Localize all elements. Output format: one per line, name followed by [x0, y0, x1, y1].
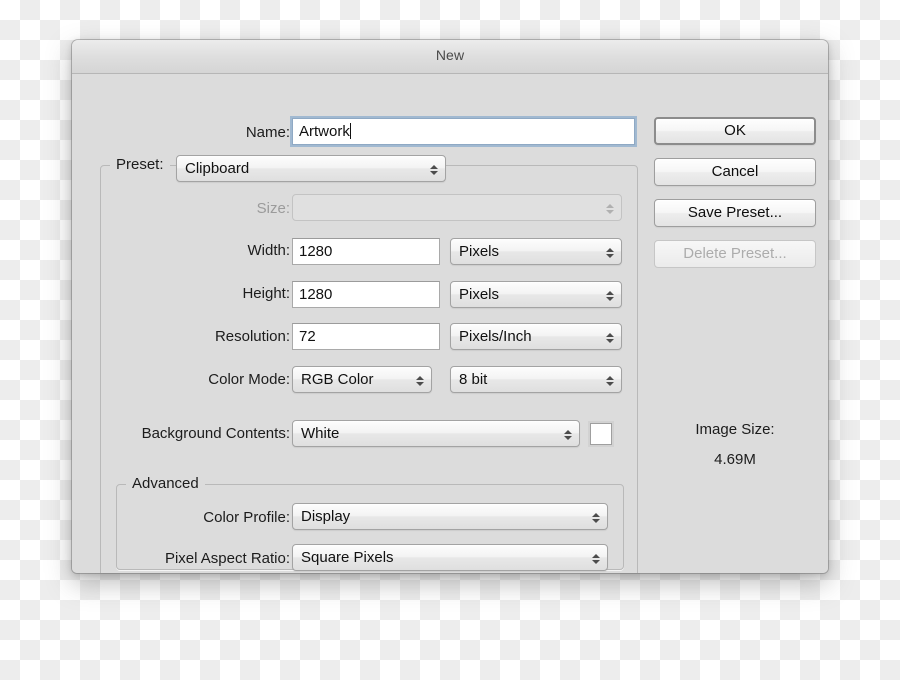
- resolution-unit-value: Pixels/Inch: [459, 328, 532, 345]
- image-size-label: Image Size:: [695, 421, 775, 438]
- chevron-updown-icon: [415, 367, 424, 392]
- height-unit-select[interactable]: Pixels: [450, 281, 622, 308]
- chevron-updown-icon: [591, 504, 600, 529]
- color-profile-label: Color Profile:: [203, 509, 290, 526]
- dialog-body: Name: Artwork Preset: Clipboard Size: Wi…: [72, 74, 828, 573]
- width-label: Width:: [247, 242, 290, 259]
- width-unit-value: Pixels: [459, 243, 500, 260]
- color-profile-value: Display: [301, 508, 351, 525]
- width-input-value: 1280: [299, 243, 333, 260]
- bit-depth-select[interactable]: 8 bit: [450, 366, 622, 393]
- chevron-updown-icon: [591, 545, 600, 570]
- ok-button[interactable]: OK: [654, 117, 816, 145]
- chevron-updown-icon: [605, 195, 614, 220]
- resolution-unit-select[interactable]: Pixels/Inch: [450, 323, 622, 350]
- pixel-aspect-ratio-select[interactable]: Square Pixels: [292, 544, 608, 571]
- background-contents-label: Background Contents:: [141, 425, 290, 442]
- width-unit-select[interactable]: Pixels: [450, 238, 622, 265]
- height-input[interactable]: 1280: [292, 281, 440, 308]
- advanced-legend: Advanced: [126, 475, 205, 493]
- name-label: Name:: [245, 124, 290, 141]
- width-input[interactable]: 1280: [292, 238, 440, 265]
- new-document-dialog: New Name: Artwork Preset: Clipboard Size…: [72, 40, 828, 573]
- pixel-aspect-ratio-label: Pixel Aspect Ratio:: [164, 550, 290, 567]
- dialog-titlebar[interactable]: New: [72, 40, 828, 74]
- transparency-backdrop: New Name: Artwork Preset: Clipboard Size…: [0, 0, 900, 680]
- size-label: Size:: [256, 200, 290, 217]
- image-size-value: 4.69M: [714, 451, 756, 468]
- chevron-updown-icon: [605, 367, 614, 392]
- chevron-updown-icon: [429, 156, 438, 181]
- pixel-aspect-ratio-value: Square Pixels: [301, 549, 394, 566]
- height-label: Height:: [242, 285, 290, 302]
- background-color-swatch[interactable]: [590, 423, 612, 445]
- color-mode-label: Color Mode:: [208, 371, 290, 388]
- background-contents-value: White: [301, 425, 340, 442]
- chevron-updown-icon: [605, 324, 614, 349]
- height-input-value: 1280: [299, 286, 333, 303]
- name-input-value: Artwork: [299, 123, 350, 140]
- preset-select-value: Clipboard: [185, 160, 250, 177]
- color-mode-select[interactable]: RGB Color: [292, 366, 432, 393]
- text-caret: [349, 123, 351, 139]
- height-unit-value: Pixels: [459, 286, 500, 303]
- chevron-updown-icon: [605, 239, 614, 264]
- save-preset-button[interactable]: Save Preset...: [654, 199, 816, 227]
- size-select: [292, 194, 622, 221]
- chevron-updown-icon: [605, 282, 614, 307]
- color-mode-value: RGB Color: [301, 371, 374, 388]
- dialog-title: New: [435, 47, 465, 63]
- background-contents-select[interactable]: White: [292, 420, 580, 447]
- chevron-updown-icon: [563, 421, 572, 446]
- color-profile-select[interactable]: Display: [292, 503, 608, 530]
- name-input[interactable]: Artwork: [292, 118, 635, 145]
- delete-preset-button: Delete Preset...: [654, 240, 816, 268]
- cancel-button[interactable]: Cancel: [654, 158, 816, 186]
- resolution-label: Resolution:: [214, 328, 290, 345]
- preset-label: Preset:: [110, 156, 170, 174]
- bit-depth-value: 8 bit: [459, 371, 488, 388]
- resolution-input[interactable]: 72: [292, 323, 440, 350]
- resolution-input-value: 72: [299, 328, 316, 345]
- preset-select[interactable]: Clipboard: [176, 155, 446, 182]
